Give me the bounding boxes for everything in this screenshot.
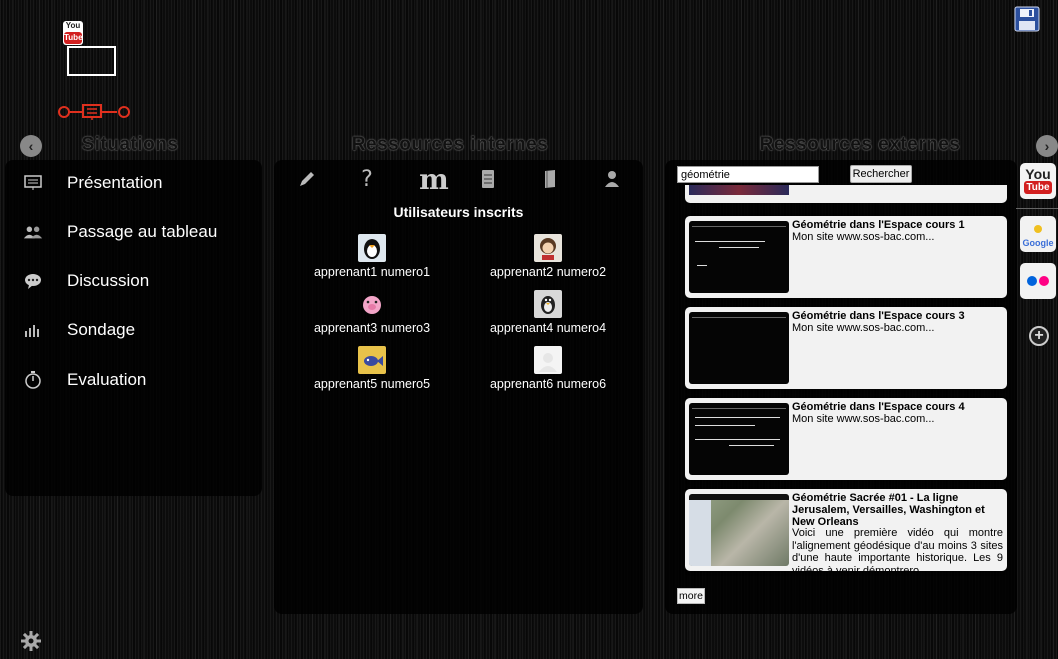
search-button[interactable]: Rechercher xyxy=(850,165,912,183)
user-entry[interactable]: apprenant2 numero2 xyxy=(463,234,633,279)
internal-resources-header: Ressources internes xyxy=(351,134,549,155)
registered-users-title: Utilisateurs inscrits xyxy=(393,204,524,220)
video-thumbnail xyxy=(689,403,789,475)
result-description: Mon site www.sos-bac.com... xyxy=(792,413,935,425)
blank-avatar-icon xyxy=(534,346,562,374)
help-question-icon[interactable]: ? xyxy=(356,167,378,192)
search-input[interactable] xyxy=(677,166,819,183)
previous-arrow-icon[interactable]: ‹ xyxy=(20,135,42,157)
result-title: Géométrie Sacrée #01 - La ligne Jerusale… xyxy=(792,492,985,528)
situation-label: Evaluation xyxy=(67,370,147,389)
youtube-source-you: You xyxy=(1025,166,1051,182)
youtube-mini-icon[interactable]: You Tube xyxy=(63,21,83,45)
girl-avatar-icon xyxy=(534,234,562,262)
user-name: apprenant3 numero3 xyxy=(313,321,431,335)
google-source-icon[interactable]: Google xyxy=(1020,216,1056,252)
situations-header: Situations xyxy=(81,134,179,155)
user-entry[interactable]: apprenant4 numero4 xyxy=(463,290,633,335)
result-description: Mon site www.sos-bac.com... xyxy=(792,231,935,243)
result-description: Mon site www.sos-bac.com... xyxy=(792,322,935,334)
user-entry[interactable]: apprenant1 numero1 xyxy=(287,234,457,279)
video-thumbnail xyxy=(689,312,789,384)
situation-item-passage-au-tableau[interactable]: Passage au tableau xyxy=(23,217,217,247)
fish-avatar-icon xyxy=(358,346,386,374)
source-divider xyxy=(1016,208,1058,209)
user-name: apprenant4 numero4 xyxy=(489,321,607,335)
youtube-source-tube: Tube xyxy=(1024,181,1052,194)
youtube-mini-tube: Tube xyxy=(64,32,83,44)
external-resources-header: Ressources externes xyxy=(759,134,961,155)
chat-bubble-icon xyxy=(23,271,43,291)
situation-label: Passage au tableau xyxy=(67,222,218,241)
video-thumbnail xyxy=(689,221,789,293)
user-name: apprenant1 numero1 xyxy=(313,265,431,279)
save-floppy-icon[interactable] xyxy=(1014,6,1040,32)
users-group-icon xyxy=(23,222,43,242)
youtube-mini-you: You xyxy=(65,21,81,30)
tux-avatar-icon xyxy=(534,290,562,318)
user-icon[interactable] xyxy=(601,168,623,190)
google-source-label: Google xyxy=(1022,237,1054,248)
add-source-icon[interactable]: + xyxy=(1029,326,1049,346)
result-title: Géométrie dans l'Espace cours 4 xyxy=(792,401,965,413)
settings-gear-icon[interactable] xyxy=(20,630,42,652)
situation-label: Sondage xyxy=(67,320,136,339)
situation-item-sondage[interactable]: Sondage xyxy=(23,315,135,345)
more-button[interactable]: more xyxy=(677,588,705,604)
resource-preview-box[interactable] xyxy=(67,46,116,76)
situation-item-evaluation[interactable]: Evaluation xyxy=(23,365,146,395)
presentation-board-icon xyxy=(23,173,43,193)
situation-label: Discussion xyxy=(67,271,150,290)
video-thumbnail xyxy=(689,185,789,195)
user-name: apprenant5 numero5 xyxy=(313,377,431,391)
book-icon[interactable] xyxy=(539,168,561,190)
user-name: apprenant2 numero2 xyxy=(489,265,607,279)
youtube-source-icon[interactable]: You Tube xyxy=(1020,163,1056,199)
stopwatch-icon xyxy=(23,370,43,390)
situation-item-presentation[interactable]: Présentation xyxy=(23,168,162,198)
situations-panel: Présentation Passage au tableau Discussi… xyxy=(5,160,262,496)
user-entry[interactable]: apprenant5 numero5 xyxy=(287,346,457,391)
situation-item-discussion[interactable]: Discussion xyxy=(23,266,149,296)
user-entry[interactable]: apprenant3 numero3 xyxy=(287,290,457,335)
list-item[interactable]: Géométrie Sacrée #01 - La ligne Jerusale… xyxy=(685,489,1007,571)
flickr-source-icon[interactable] xyxy=(1020,263,1056,299)
result-description: Voici une première vidéo qui montre l'al… xyxy=(792,527,1003,571)
user-entry[interactable]: apprenant6 numero6 xyxy=(463,346,633,391)
list-item[interactable]: Géométrie dans l'Espace cours 4 Mon site… xyxy=(685,398,1007,480)
pencil-icon[interactable] xyxy=(296,168,318,190)
video-thumbnail xyxy=(689,494,789,566)
list-item-partial[interactable] xyxy=(685,185,1007,203)
server-icon[interactable] xyxy=(477,168,499,190)
list-item[interactable]: Géométrie dans l'Espace cours 3 Mon site… xyxy=(685,307,1007,389)
result-title: Géométrie dans l'Espace cours 1 xyxy=(792,219,965,231)
bar-chart-icon xyxy=(23,320,43,340)
situation-label: Présentation xyxy=(67,173,163,192)
situation-flow-icon[interactable] xyxy=(57,103,135,121)
user-name: apprenant6 numero6 xyxy=(489,377,607,391)
next-arrow-icon[interactable]: › xyxy=(1036,135,1058,157)
list-item[interactable]: Géométrie dans l'Espace cours 1 Mon site… xyxy=(685,216,1007,298)
result-title: Géométrie dans l'Espace cours 3 xyxy=(792,310,965,322)
search-results-list[interactable]: Géométrie dans l'Espace cours 1 Mon site… xyxy=(685,185,1007,578)
penguin-avatar-icon xyxy=(358,234,386,262)
pig-avatar-icon xyxy=(358,290,386,318)
moodle-icon[interactable]: m xyxy=(414,163,454,196)
